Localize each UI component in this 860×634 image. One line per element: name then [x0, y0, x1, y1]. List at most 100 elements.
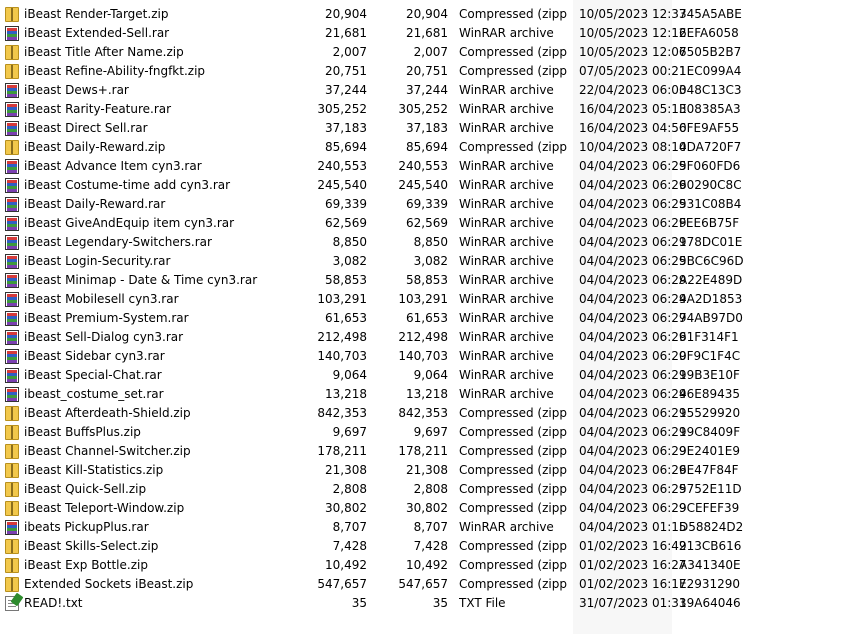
file-packed-size: 212,498: [398, 330, 448, 344]
file-type: WinRAR archive: [459, 273, 554, 287]
file-row[interactable]: iBeast Refine-Ability-fngfkt.zip 20,751 20…: [0, 62, 860, 81]
zip-icon: [5, 7, 19, 22]
file-row[interactable]: iBeast Exp Bottle.zip 10,492 10,492 Compres…: [0, 556, 860, 575]
file-size: 7,428: [332, 539, 367, 553]
file-row[interactable]: iBeast Advance Item cyn3.rar 240,553 240,5…: [0, 157, 860, 176]
file-crc: 15529920: [679, 406, 741, 420]
file-row[interactable]: iBeast Skills-Select.zip 7,428 7,428 Compre…: [0, 537, 860, 556]
file-crc: FEE6B75F: [679, 216, 740, 230]
file-row[interactable]: iBeast Afterdeath-Shield.zip 842,353 842,3…: [0, 404, 860, 423]
file-list[interactable]: iBeast Render-Target.zip 20,904 20,904 Comp…: [0, 5, 860, 613]
file-row[interactable]: iBeast Sell-Dialog cyn3.rar 212,498 212,49…: [0, 328, 860, 347]
file-modified: 01/02/2023 16:42: [579, 539, 687, 553]
file-row[interactable]: ibeast_costume_set.rar 13,218 13,218 WinRAR…: [0, 385, 860, 404]
zip-icon: [5, 45, 19, 60]
file-crc: 61F314F1: [679, 330, 739, 344]
file-crc: 19C8409F: [679, 425, 741, 439]
rar-icon: [5, 520, 19, 535]
file-crc: E2931290: [679, 577, 741, 591]
file-crc: 9E2401E9: [679, 444, 740, 458]
file-modified: 04/04/2023 01:15: [579, 520, 687, 534]
file-size: 10,492: [325, 558, 367, 572]
zip-icon: [5, 140, 19, 155]
file-row[interactable]: iBeast Special-Chat.rar 9,064 9,064 WinRAR …: [0, 366, 860, 385]
file-modified: 01/02/2023 16:27: [579, 558, 687, 572]
rar-icon: [5, 178, 19, 193]
file-size: 62,569: [325, 216, 367, 230]
file-row[interactable]: iBeast GiveAndEquip item cyn3.rar 62,569 6…: [0, 214, 860, 233]
file-size: 9,064: [332, 368, 367, 382]
rar-icon: [5, 273, 19, 288]
file-row[interactable]: ibeats PickupPlus.rar 8,707 8,707 WinRAR ar…: [0, 518, 860, 537]
rar-icon: [5, 26, 19, 41]
file-row[interactable]: iBeast Daily-Reward.zip 85,694 85,694 Compr…: [0, 138, 860, 157]
file-packed-size: 2,007: [413, 45, 448, 59]
file-row[interactable]: iBeast BuffsPlus.zip 9,697 9,697 Compressed…: [0, 423, 860, 442]
file-row[interactable]: iBeast Quick-Sell.zip 2,808 2,808 Compresse…: [0, 480, 860, 499]
file-type: Compressed (zipp...: [459, 539, 567, 553]
file-row[interactable]: iBeast Kill-Statistics.zip 21,308 21,308 Co…: [0, 461, 860, 480]
file-packed-size: 245,540: [398, 178, 448, 192]
file-crc: 9CEFEF39: [679, 501, 740, 515]
file-row[interactable]: iBeast Direct Sell.rar 37,183 37,183 WinRAR…: [0, 119, 860, 138]
file-name: iBeast Premium-System.rar: [24, 311, 189, 325]
rar-icon: [5, 216, 19, 231]
file-name: iBeast Extended-Sell.rar: [24, 26, 170, 40]
rar-icon: [5, 349, 19, 364]
file-type: Compressed (zipp...: [459, 7, 567, 21]
file-type: WinRAR archive: [459, 121, 554, 135]
file-type: Compressed (zipp...: [459, 558, 567, 572]
file-crc: A22E489D: [679, 273, 743, 287]
file-row[interactable]: iBeast Costume-time add cyn3.rar 245,540 2…: [0, 176, 860, 195]
file-name: iBeast Special-Chat.rar: [24, 368, 162, 382]
file-packed-size: 9,697: [413, 425, 448, 439]
file-row[interactable]: iBeast Dews+.rar 37,244 37,244 WinRAR archi…: [0, 81, 860, 100]
file-row[interactable]: iBeast Rarity-Feature.rar 305,252 305,252 W…: [0, 100, 860, 119]
file-name: iBeast Skills-Select.zip: [24, 539, 159, 553]
file-name: iBeast Dews+.rar: [24, 83, 129, 97]
file-size: 178,211: [317, 444, 367, 458]
file-name: iBeast Advance Item cyn3.rar: [24, 159, 202, 173]
file-type: WinRAR archive: [459, 292, 554, 306]
file-row[interactable]: iBeast Minimap - Date & Time cyn3.rar 58,…: [0, 271, 860, 290]
file-row[interactable]: iBeast Render-Target.zip 20,904 20,904 Comp…: [0, 5, 860, 24]
file-crc: 048C13C3: [679, 83, 742, 97]
rar-icon: [5, 102, 19, 117]
file-row[interactable]: Extended Sockets iBeast.zip 547,657 547,65…: [0, 575, 860, 594]
file-row[interactable]: iBeast Mobilesell cyn3.rar 103,291 103,291…: [0, 290, 860, 309]
file-crc: 531C08B4: [679, 197, 742, 211]
file-type: Compressed (zipp...: [459, 577, 567, 591]
file-row[interactable]: iBeast Daily-Reward.rar 69,339 69,339 WinRA…: [0, 195, 860, 214]
file-row[interactable]: iBeast Extended-Sell.rar 21,681 21,681 WinR…: [0, 24, 860, 43]
file-size: 21,308: [325, 463, 367, 477]
file-row[interactable]: iBeast Sidebar cyn3.rar 140,703 140,703 Win…: [0, 347, 860, 366]
file-row[interactable]: READ!.txt 35 35 TXT File 31/07/2023 01:33 19A…: [0, 592, 860, 613]
file-row[interactable]: iBeast Title After Name.zip 2,007 2,007 Com…: [0, 43, 860, 62]
file-row[interactable]: iBeast Channel-Switcher.zip 178,211 178,21…: [0, 442, 860, 461]
file-name: iBeast Minimap - Date & Time cyn3.rar: [24, 273, 258, 287]
zip-icon: [5, 501, 19, 516]
file-type: Compressed (zipp...: [459, 482, 567, 496]
file-packed-size: 69,339: [406, 197, 448, 211]
file-modified: 04/04/2023 06:29: [579, 292, 687, 306]
file-packed-size: 178,211: [398, 444, 448, 458]
file-crc: 5752E11D: [679, 482, 742, 496]
file-row[interactable]: iBeast Premium-System.rar 61,653 61,653 Win…: [0, 309, 860, 328]
file-modified: 04/04/2023 06:29: [579, 197, 687, 211]
file-name: iBeast Sidebar cyn3.rar: [24, 349, 165, 363]
file-name: ibeast_costume_set.rar: [24, 387, 164, 401]
file-row[interactable]: iBeast Login-Security.rar 3,082 3,082 WinRA…: [0, 252, 860, 271]
zip-icon: [5, 463, 19, 478]
file-name: Extended Sockets iBeast.zip: [24, 577, 194, 591]
file-name: iBeast Daily-Reward.zip: [24, 140, 166, 154]
file-row[interactable]: iBeast Legendary-Switchers.rar 8,850 8,850…: [0, 233, 860, 252]
file-crc: 74AB97D0: [679, 311, 743, 325]
file-type: WinRAR archive: [459, 159, 554, 173]
file-modified: 01/02/2023 16:17: [579, 577, 687, 591]
file-packed-size: 85,694: [406, 140, 448, 154]
file-size: 21,681: [325, 26, 367, 40]
file-modified: 16/04/2023 05:13: [579, 102, 687, 116]
file-type: WinRAR archive: [459, 26, 554, 40]
file-row[interactable]: iBeast Teleport-Window.zip 30,802 30,802 Co…: [0, 499, 860, 518]
file-type: WinRAR archive: [459, 216, 554, 230]
